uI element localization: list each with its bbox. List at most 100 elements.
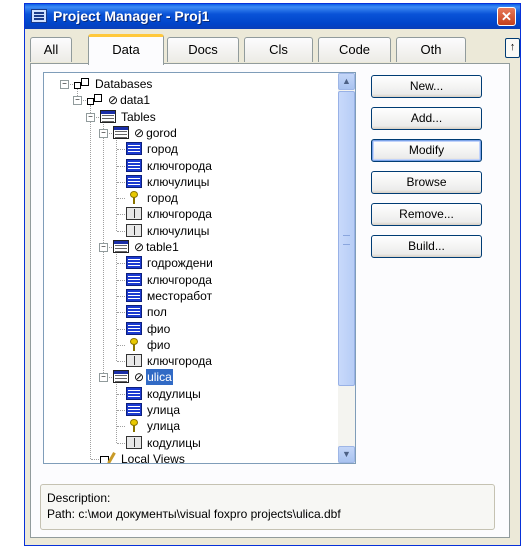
add-button[interactable]: Add... bbox=[371, 107, 482, 130]
modify-button[interactable]: Modify bbox=[371, 139, 482, 162]
scroll-down-button[interactable]: ▼ bbox=[338, 446, 355, 463]
tree-item-label: город bbox=[147, 191, 178, 206]
tree-item-label: кодулицы bbox=[147, 435, 201, 450]
tree-item-label: ключгорода bbox=[147, 158, 212, 173]
field-icon bbox=[126, 288, 142, 302]
tree-item-label: месторабот bbox=[147, 288, 213, 303]
tree-item-label: пол bbox=[147, 305, 167, 320]
project-tree[interactable]: ▲ ▼ − Databases − ⊘ data1− Tables − ⊘ gorod город… bbox=[43, 72, 356, 464]
tab-scroll-button[interactable]: ↑ bbox=[505, 38, 520, 58]
remove-button[interactable]: Remove... bbox=[371, 203, 482, 226]
tree-item[interactable]: фио bbox=[126, 321, 170, 337]
tree-item[interactable]: ключулицы bbox=[126, 174, 209, 190]
tab-docs[interactable]: Docs bbox=[167, 37, 239, 62]
window-title: Project Manager - Proj1 bbox=[53, 8, 210, 24]
field-icon bbox=[126, 256, 142, 270]
tree-item[interactable]: ключгорода bbox=[126, 206, 212, 222]
tree-toggle[interactable]: − bbox=[99, 373, 108, 383]
tab-all[interactable]: All bbox=[30, 37, 72, 62]
tree-item-label: ключгорода bbox=[147, 272, 212, 287]
tab-code[interactable]: Code bbox=[318, 37, 391, 62]
tree-item[interactable]: ключгорода bbox=[126, 158, 212, 174]
tree-item-label: ulica bbox=[146, 369, 173, 386]
tree-item[interactable]: пол bbox=[126, 304, 167, 320]
scroll-up-button[interactable]: ▲ bbox=[338, 73, 355, 90]
tab-data[interactable]: Data bbox=[88, 34, 164, 65]
tree-toggle[interactable]: − bbox=[73, 96, 82, 106]
tree-item[interactable]: ключулицы bbox=[126, 223, 209, 239]
tree-item-label: gorod bbox=[146, 125, 177, 140]
view-icon bbox=[100, 452, 116, 463]
index-icon bbox=[126, 354, 142, 368]
null-marker: ⊘ bbox=[134, 125, 145, 140]
tab-other[interactable]: Oth bbox=[396, 37, 466, 62]
tree-item[interactable]: ключгорода bbox=[126, 353, 212, 369]
tree-item[interactable]: ключгорода bbox=[126, 272, 212, 288]
field-icon bbox=[126, 386, 142, 400]
index-icon bbox=[126, 435, 142, 449]
tree-item-label: ключгорода bbox=[147, 354, 212, 369]
tree-item[interactable]: годрождени bbox=[126, 255, 213, 271]
tree-item-label: фио bbox=[147, 321, 171, 336]
table-icon bbox=[113, 125, 129, 139]
tree-item[interactable]: Databases bbox=[74, 76, 152, 92]
close-button[interactable]: ✕ bbox=[497, 7, 516, 26]
tree-item[interactable]: ⊘ gorod bbox=[113, 125, 177, 141]
data-tab-panel: ▲ ▼ − Databases − ⊘ data1− Tables − ⊘ gorod город… bbox=[30, 63, 510, 538]
tree-item[interactable]: улица bbox=[126, 402, 180, 418]
tree-item[interactable]: город bbox=[126, 190, 178, 206]
tree-toggle[interactable]: − bbox=[99, 243, 108, 252]
tree-item-label: ключгорода bbox=[147, 207, 212, 222]
table-icon bbox=[100, 109, 116, 123]
description-label: Description: bbox=[47, 491, 111, 505]
tree-item[interactable]: месторабот bbox=[126, 288, 212, 304]
tree-item[interactable]: ⊘ ulica bbox=[113, 369, 173, 386]
tree-item-label: фио bbox=[147, 337, 171, 352]
tree-toggle[interactable]: − bbox=[60, 80, 69, 89]
tree-item[interactable]: город bbox=[126, 141, 178, 157]
tree-item[interactable]: Tables bbox=[100, 109, 156, 125]
tree-item-label: улица bbox=[147, 419, 180, 434]
tree-item-label: годрождени bbox=[147, 256, 213, 271]
key-icon bbox=[126, 191, 142, 205]
tab-strip: All Data Docs Cls Code Oth bbox=[30, 34, 510, 65]
key-icon bbox=[126, 419, 142, 433]
tree-item[interactable]: кодулицы bbox=[126, 435, 201, 451]
tree-item[interactable]: Local Views bbox=[100, 451, 185, 463]
database-icon bbox=[74, 77, 90, 90]
tree-item-label: Databases bbox=[95, 77, 153, 91]
tree-item-label: Tables bbox=[121, 109, 156, 124]
tree-toggle[interactable]: − bbox=[86, 112, 95, 122]
field-icon bbox=[126, 272, 142, 286]
tree-item-label: город bbox=[147, 142, 178, 157]
field-icon bbox=[126, 174, 142, 188]
tree-item[interactable]: ⊘ table1 bbox=[113, 239, 179, 255]
tree-item-label: ключулицы bbox=[147, 174, 210, 189]
description-path: Path: c:\мои документы\visual foxpro pro… bbox=[47, 507, 341, 521]
build-button[interactable]: Build... bbox=[371, 235, 482, 258]
tree-item[interactable]: фио bbox=[126, 337, 170, 353]
browse-button[interactable]: Browse bbox=[371, 171, 482, 194]
tree-item-label: улица bbox=[147, 403, 180, 417]
field-icon bbox=[126, 158, 142, 172]
tab-classes[interactable]: Cls bbox=[244, 37, 313, 62]
tree-item-label: ключулицы bbox=[147, 223, 210, 238]
title-bar[interactable]: Project Manager - Proj1 ✕ bbox=[25, 4, 520, 29]
null-marker: ⊘ bbox=[134, 240, 145, 254]
tree-item-label: кодулицы bbox=[147, 386, 201, 401]
database-icon bbox=[87, 93, 103, 106]
tree-toggle[interactable]: − bbox=[99, 128, 108, 138]
project-manager-window: Project Manager - Proj1 ✕ All Data Docs … bbox=[24, 3, 521, 546]
index-icon bbox=[126, 207, 142, 221]
tree-item[interactable]: кодулицы bbox=[126, 386, 201, 402]
table-icon bbox=[113, 240, 129, 253]
null-marker: ⊘ bbox=[134, 370, 145, 385]
index-icon bbox=[126, 223, 142, 237]
table-icon bbox=[113, 370, 129, 384]
tree-item[interactable]: ⊘ data1 bbox=[87, 92, 150, 108]
new-button[interactable]: New... bbox=[371, 75, 482, 98]
tree-item[interactable]: улица bbox=[126, 418, 180, 434]
tree-scrollbar[interactable]: ▲ ▼ bbox=[338, 73, 355, 463]
scroll-thumb[interactable] bbox=[338, 91, 355, 386]
tree-item-label: table1 bbox=[146, 240, 179, 254]
